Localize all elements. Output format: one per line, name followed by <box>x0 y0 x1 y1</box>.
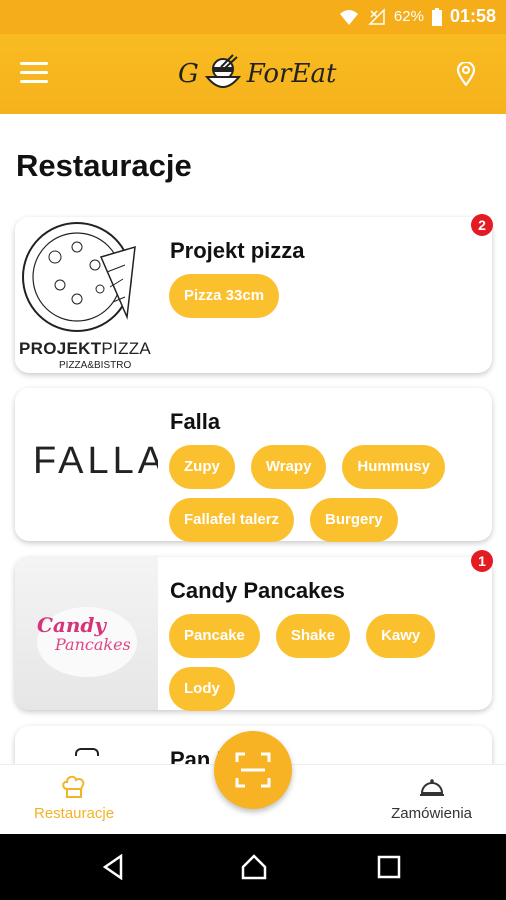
cloche-icon <box>419 779 444 796</box>
category-tag[interactable]: Burgery <box>310 498 398 542</box>
nav-orders-label: Zamówienia <box>391 805 472 822</box>
restaurant-logo-falla: FALLA <box>15 388 158 541</box>
logo-projekt-light: PIZZA <box>101 339 152 358</box>
battery-icon <box>431 7 442 26</box>
notification-badge: 1 <box>471 550 493 572</box>
category-tags: Zupy Wrapy Hummusy Fallafel talerz Burge… <box>169 445 479 542</box>
status-bar: 62% 01:58 <box>0 0 506 34</box>
logo-candy-line2: Pancakes <box>55 635 131 654</box>
nav-restaurants-label: Restauracje <box>34 805 115 822</box>
recents-icon[interactable] <box>377 854 401 880</box>
menu-icon[interactable] <box>20 62 48 84</box>
restaurant-name: Projekt pizza <box>170 238 305 263</box>
system-nav-bar <box>0 834 506 900</box>
rice-bowl-icon <box>204 54 241 88</box>
nav-orders[interactable]: Zamówienia <box>391 775 472 822</box>
restaurant-logo-projekt-pizza: PROJEKTPIZZA PIZZA&BISTRO <box>15 217 158 373</box>
category-tag[interactable]: Lody <box>169 667 235 711</box>
app-bar: G ForEat <box>0 34 506 114</box>
notification-badge: 2 <box>471 214 493 236</box>
category-tag[interactable]: Hummusy <box>342 445 445 489</box>
back-icon[interactable] <box>101 854 125 880</box>
restaurant-list[interactable]: PROJEKTPIZZA PIZZA&BISTRO Projekt pizza … <box>0 212 506 764</box>
logo-text-g: G <box>178 59 199 89</box>
nav-restaurants[interactable]: Restauracje <box>34 775 114 822</box>
logo-candy-line1: Candy <box>37 613 107 637</box>
app-logo: G ForEat <box>178 50 336 98</box>
wifi-icon <box>339 9 358 25</box>
clock: 01:58 <box>449 6 496 26</box>
chef-hat-icon <box>62 775 85 798</box>
home-icon[interactable] <box>240 854 268 880</box>
scan-button[interactable] <box>214 731 292 809</box>
restaurant-card[interactable]: Candy Pancakes Candy Pancakes Pancake Sh… <box>15 550 493 711</box>
category-tags: Pizza 33cm <box>169 274 479 318</box>
no-signal-icon <box>368 7 385 25</box>
restaurant-name: Falla <box>170 409 221 434</box>
logo-projekt-sub: PIZZA&BISTRO <box>59 360 132 371</box>
category-tag[interactable]: Pizza 33cm <box>169 274 280 318</box>
category-tag[interactable]: Zupy <box>169 445 235 489</box>
battery-percent: 62% <box>393 8 424 25</box>
restaurant-card[interactable]: PROJEKTPIZZA PIZZA&BISTRO Projekt pizza … <box>15 214 493 373</box>
page-title: Restauracje <box>16 148 192 183</box>
restaurant-card[interactable]: FALLA Falla Zupy Wrapy Hummusy Fallafel … <box>15 388 492 542</box>
category-tag[interactable]: Shake <box>275 614 351 658</box>
scan-icon <box>235 752 271 788</box>
logo-projekt-bold: PROJEKT <box>19 339 102 358</box>
logo-text-foreat: ForEat <box>246 59 337 89</box>
restaurant-logo-candy-pancakes: Candy Pancakes <box>15 557 158 710</box>
category-tag[interactable]: Fallafel talerz <box>169 498 295 542</box>
category-tags: Pancake Shake Kawy Lody <box>169 614 479 711</box>
restaurant-logo-pan-ramen <box>15 726 158 764</box>
logo-falla-text: FALLA <box>33 440 158 482</box>
category-tag[interactable]: Wrapy <box>250 445 327 489</box>
location-pin-icon[interactable] <box>456 62 476 86</box>
restaurant-name: Candy Pancakes <box>170 578 345 603</box>
category-tag[interactable]: Kawy <box>366 614 436 658</box>
category-tag[interactable]: Pancake <box>169 614 260 658</box>
